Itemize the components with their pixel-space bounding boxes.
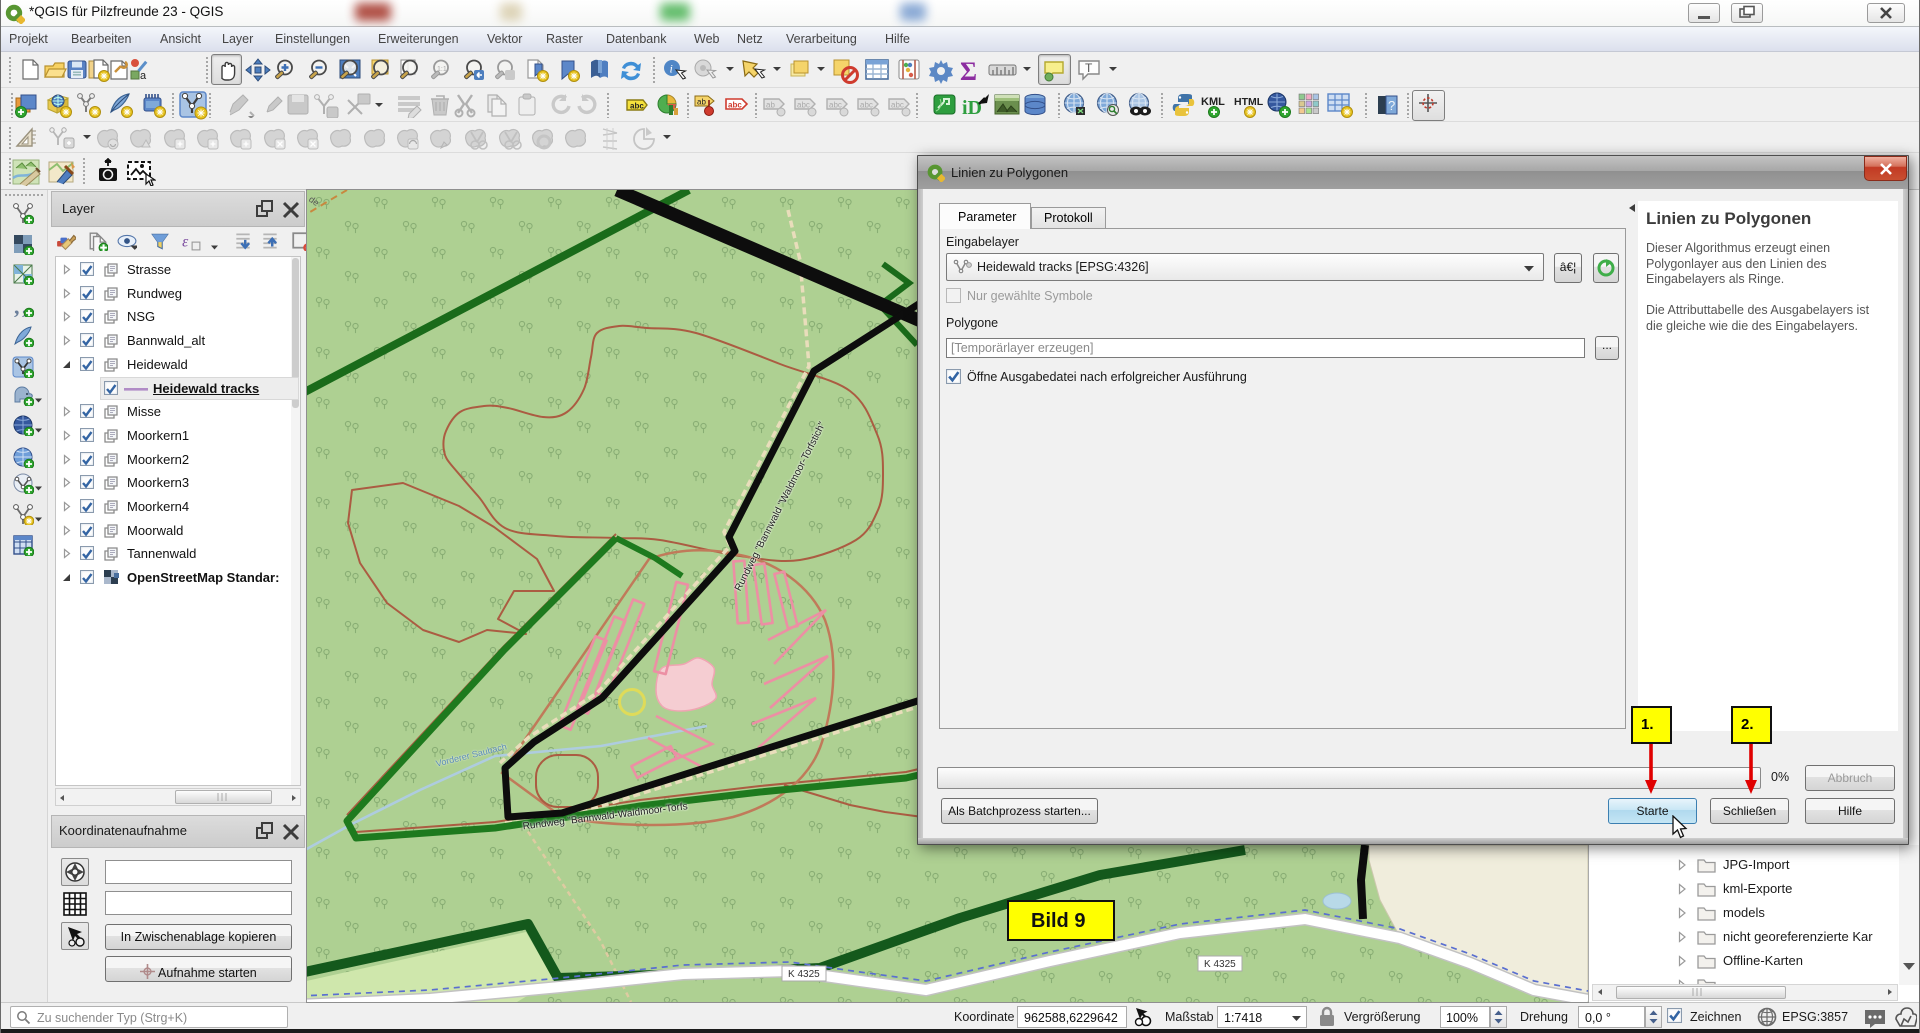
- svg-text:iD: iD: [962, 97, 982, 118]
- svg-text:?: ?: [1388, 98, 1395, 113]
- svg-text:abc: abc: [860, 101, 873, 110]
- svg-text:abc: abc: [829, 101, 842, 110]
- svg-text:abc: abc: [891, 101, 904, 110]
- svg-text:K 4325: K 4325: [788, 969, 820, 980]
- svg-text:1:1: 1:1: [437, 66, 447, 73]
- svg-text:T: T: [1085, 61, 1093, 75]
- svg-text:ab: ab: [766, 101, 775, 110]
- svg-text:abc: abc: [797, 101, 810, 110]
- svg-text:Σ: Σ: [960, 57, 977, 84]
- svg-text:a: a: [140, 70, 147, 82]
- svg-text:abc: abc: [728, 101, 742, 110]
- svg-text:abc: abc: [630, 102, 644, 111]
- svg-text:,: ,: [14, 295, 20, 317]
- svg-text:ab: ab: [697, 98, 706, 107]
- svg-text:i: i: [670, 62, 673, 76]
